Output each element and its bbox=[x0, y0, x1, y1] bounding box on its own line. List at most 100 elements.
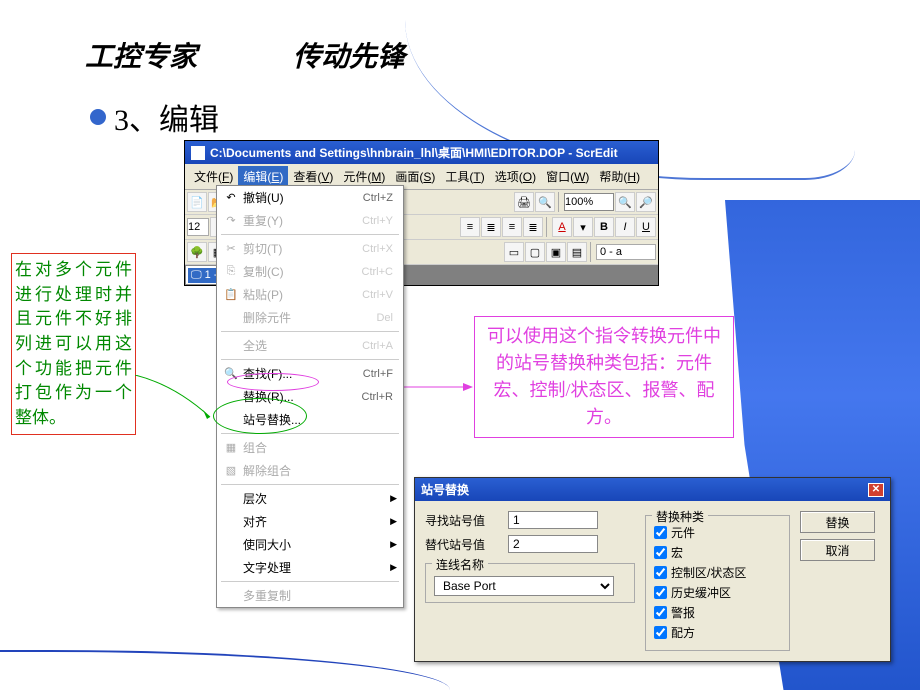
bold-button[interactable]: B bbox=[594, 217, 614, 237]
new-button[interactable]: 📄 bbox=[187, 192, 207, 212]
menu-shortcut: Ctrl+R bbox=[362, 391, 399, 403]
underline-button[interactable]: U bbox=[636, 217, 656, 237]
text-sample: 0 - a bbox=[596, 244, 656, 260]
menu-separator bbox=[221, 234, 399, 235]
menu-help[interactable]: 帮助(H) bbox=[594, 166, 645, 187]
menu-item-label: 多重复制 bbox=[241, 587, 399, 604]
shape-button-1[interactable]: ▭ bbox=[504, 242, 524, 262]
menu-shortcut: Ctrl+Z bbox=[363, 192, 399, 204]
menu-shortcut: Del bbox=[376, 312, 399, 324]
menu-item-label: 重复(Y) bbox=[241, 212, 362, 229]
checkbox-1[interactable] bbox=[654, 546, 667, 559]
menu-shortcut: Ctrl+C bbox=[362, 266, 399, 278]
menu-window[interactable]: 窗口(W) bbox=[541, 166, 594, 187]
menu-item-19[interactable]: 使同大小▶ bbox=[217, 533, 403, 556]
checkbox-4[interactable] bbox=[654, 606, 667, 619]
shape-button-4[interactable]: ▤ bbox=[567, 242, 587, 262]
menu-item-11[interactable]: 替换(R)...Ctrl+R bbox=[217, 385, 403, 408]
check-row-1: 宏 bbox=[654, 544, 781, 561]
checkbox-0[interactable] bbox=[654, 526, 667, 539]
zoom-input[interactable] bbox=[564, 193, 614, 211]
shape-button-3[interactable]: ▣ bbox=[546, 242, 566, 262]
check-row-3: 历史缓冲区 bbox=[654, 584, 781, 601]
menu-item-17[interactable]: 层次▶ bbox=[217, 487, 403, 510]
app-icon bbox=[191, 146, 205, 160]
annotation-left: 在对多个元件进行处理时并且元件不好排列进可以用这个功能把元件打包作为一个整体。 bbox=[11, 253, 136, 435]
checkbox-2[interactable] bbox=[654, 566, 667, 579]
menu-item-22: 多重复制 bbox=[217, 584, 403, 607]
menu-item-12[interactable]: 站号替换... bbox=[217, 408, 403, 431]
menu-file[interactable]: 文件(F) bbox=[189, 166, 238, 187]
bullet-text: 3、编辑 bbox=[114, 95, 219, 139]
checkbox-label: 宏 bbox=[671, 544, 683, 561]
menu-option[interactable]: 选项(O) bbox=[490, 166, 541, 187]
menu-element[interactable]: 元件(M) bbox=[338, 166, 390, 187]
menu-item-label: 粘贴(P) bbox=[241, 286, 362, 303]
blank-icon bbox=[221, 588, 241, 604]
blank-icon bbox=[221, 537, 241, 553]
menu-shortcut: Ctrl+A bbox=[362, 340, 399, 352]
menu-separator bbox=[221, 581, 399, 582]
check-row-4: 警报 bbox=[654, 604, 781, 621]
menu-item-label: 全选 bbox=[241, 337, 362, 354]
arrow-green-icon bbox=[135, 375, 215, 425]
checkbox-3[interactable] bbox=[654, 586, 667, 599]
menu-shortcut: Ctrl+F bbox=[363, 368, 399, 380]
color-dropdown[interactable]: ▾ bbox=[573, 217, 593, 237]
menu-screen[interactable]: 画面(S) bbox=[390, 166, 440, 187]
dialog-title: 站号替换 bbox=[421, 481, 469, 498]
cut-icon: ✂ bbox=[221, 241, 241, 257]
undo-icon: ↶ bbox=[221, 190, 241, 206]
menu-item-18[interactable]: 对齐▶ bbox=[217, 510, 403, 533]
menu-item-label: 文字处理 bbox=[241, 559, 399, 576]
menu-item-label: 层次 bbox=[241, 490, 399, 507]
check-row-2: 控制区/状态区 bbox=[654, 564, 781, 581]
zoom-in-button[interactable]: 🔍 bbox=[615, 192, 635, 212]
menu-separator bbox=[221, 433, 399, 434]
tree-button[interactable]: 🌳 bbox=[187, 242, 207, 262]
zoom-out-button[interactable]: 🔎 bbox=[636, 192, 656, 212]
paste-icon: 📋 bbox=[221, 287, 241, 303]
replace-input[interactable] bbox=[508, 535, 598, 553]
cancel-button[interactable]: 取消 bbox=[800, 539, 875, 561]
dialog-titlebar: 站号替换 ✕ bbox=[415, 478, 890, 501]
blank-icon bbox=[221, 560, 241, 576]
italic-button[interactable]: I bbox=[615, 217, 635, 237]
port-select[interactable]: Base Port bbox=[434, 576, 614, 596]
menu-edit[interactable]: 编辑(E) bbox=[238, 166, 288, 187]
checkbox-label: 元件 bbox=[671, 524, 695, 541]
menu-view[interactable]: 查看(V) bbox=[288, 166, 338, 187]
font-size-input[interactable] bbox=[187, 218, 209, 236]
menu-shortcut: Ctrl+V bbox=[362, 289, 399, 301]
menu-item-0[interactable]: ↶撤销(U)Ctrl+Z bbox=[217, 186, 403, 209]
align-button-1[interactable]: ≡ bbox=[460, 217, 480, 237]
blank-icon bbox=[221, 491, 241, 507]
menu-item-14: ▦组合 bbox=[217, 436, 403, 459]
close-icon[interactable]: ✕ bbox=[868, 483, 884, 497]
menu-item-label: 剪切(T) bbox=[241, 240, 362, 257]
menu-separator bbox=[221, 484, 399, 485]
shape-button-2[interactable]: ▢ bbox=[525, 242, 545, 262]
submenu-arrow-icon: ▶ bbox=[390, 516, 397, 527]
find-input[interactable] bbox=[508, 511, 598, 529]
find-button[interactable]: 🔍 bbox=[535, 192, 555, 212]
print-button[interactable]: 🖨 bbox=[514, 192, 534, 212]
decorative-curve-bottom bbox=[0, 650, 450, 690]
menu-item-10[interactable]: 🔍查找(F)...Ctrl+F bbox=[217, 362, 403, 385]
bullet-dot-icon bbox=[90, 109, 106, 125]
align-button-2[interactable]: ≣ bbox=[481, 217, 501, 237]
replace-button[interactable]: 替换 bbox=[800, 511, 875, 533]
align-button-3[interactable]: ≡ bbox=[502, 217, 522, 237]
menu-separator bbox=[221, 331, 399, 332]
checkbox-5[interactable] bbox=[654, 626, 667, 639]
redo-icon: ↷ bbox=[221, 213, 241, 229]
group-icon: ▦ bbox=[221, 440, 241, 456]
menu-item-20[interactable]: 文字处理▶ bbox=[217, 556, 403, 579]
menu-item-8: 全选Ctrl+A bbox=[217, 334, 403, 357]
font-color-button[interactable]: A bbox=[552, 217, 572, 237]
menu-tool[interactable]: 工具(T) bbox=[440, 166, 489, 187]
menu-item-label: 对齐 bbox=[241, 513, 399, 530]
align-button-4[interactable]: ≣ bbox=[523, 217, 543, 237]
blank-icon bbox=[221, 389, 241, 405]
menu-item-label: 撤销(U) bbox=[241, 189, 363, 206]
